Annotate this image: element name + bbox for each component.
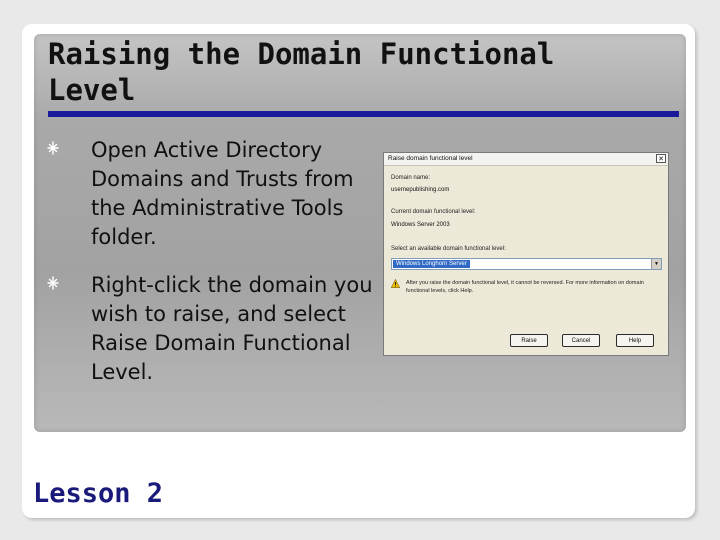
raise-button[interactable]: Raise bbox=[510, 334, 548, 347]
raise-domain-level-dialog: Raise domain functional level ✕ Domain n… bbox=[383, 152, 669, 356]
bullet-text: Open Active Directory Domains and Trusts… bbox=[91, 138, 354, 249]
starburst-bullet-icon bbox=[46, 140, 60, 156]
warning-triangle-icon bbox=[390, 278, 401, 288]
bullet-list: Open Active Directory Domains and Trusts… bbox=[46, 136, 376, 406]
select-level-label: Select an available domain functional le… bbox=[391, 246, 506, 252]
domain-name-label: Domain name: bbox=[391, 175, 431, 181]
dialog-title: Raise domain functional level bbox=[388, 155, 473, 162]
chevron-down-icon[interactable]: ▼ bbox=[651, 259, 661, 269]
bullet-item: Right-click the domain you wish to raise… bbox=[46, 271, 376, 387]
functional-level-dropdown[interactable]: Windows Longhorn Server ▼ bbox=[391, 258, 662, 270]
lesson-label: Lesson 2 bbox=[33, 478, 164, 509]
warning-text: After you raise the domain functional le… bbox=[406, 280, 644, 294]
starburst-bullet-icon bbox=[46, 275, 60, 291]
bullet-text: Right-click the domain you wish to raise… bbox=[91, 273, 373, 384]
current-level-label: Current domain functional level: bbox=[391, 209, 476, 215]
current-level-value: Windows Server 2003 bbox=[391, 222, 450, 228]
dialog-titlebar[interactable]: Raise domain functional level ✕ bbox=[384, 153, 668, 166]
help-button[interactable]: Help bbox=[616, 334, 654, 347]
selected-level-value: Windows Longhorn Server bbox=[393, 260, 470, 268]
close-icon[interactable]: ✕ bbox=[656, 154, 666, 163]
bullet-item: Open Active Directory Domains and Trusts… bbox=[46, 136, 376, 252]
domain-name-value: usernepublishing.com bbox=[391, 187, 450, 193]
slide-title: Raising the Domain Functional Level bbox=[48, 37, 555, 107]
cancel-button[interactable]: Cancel bbox=[562, 334, 600, 347]
title-underline bbox=[48, 111, 679, 117]
